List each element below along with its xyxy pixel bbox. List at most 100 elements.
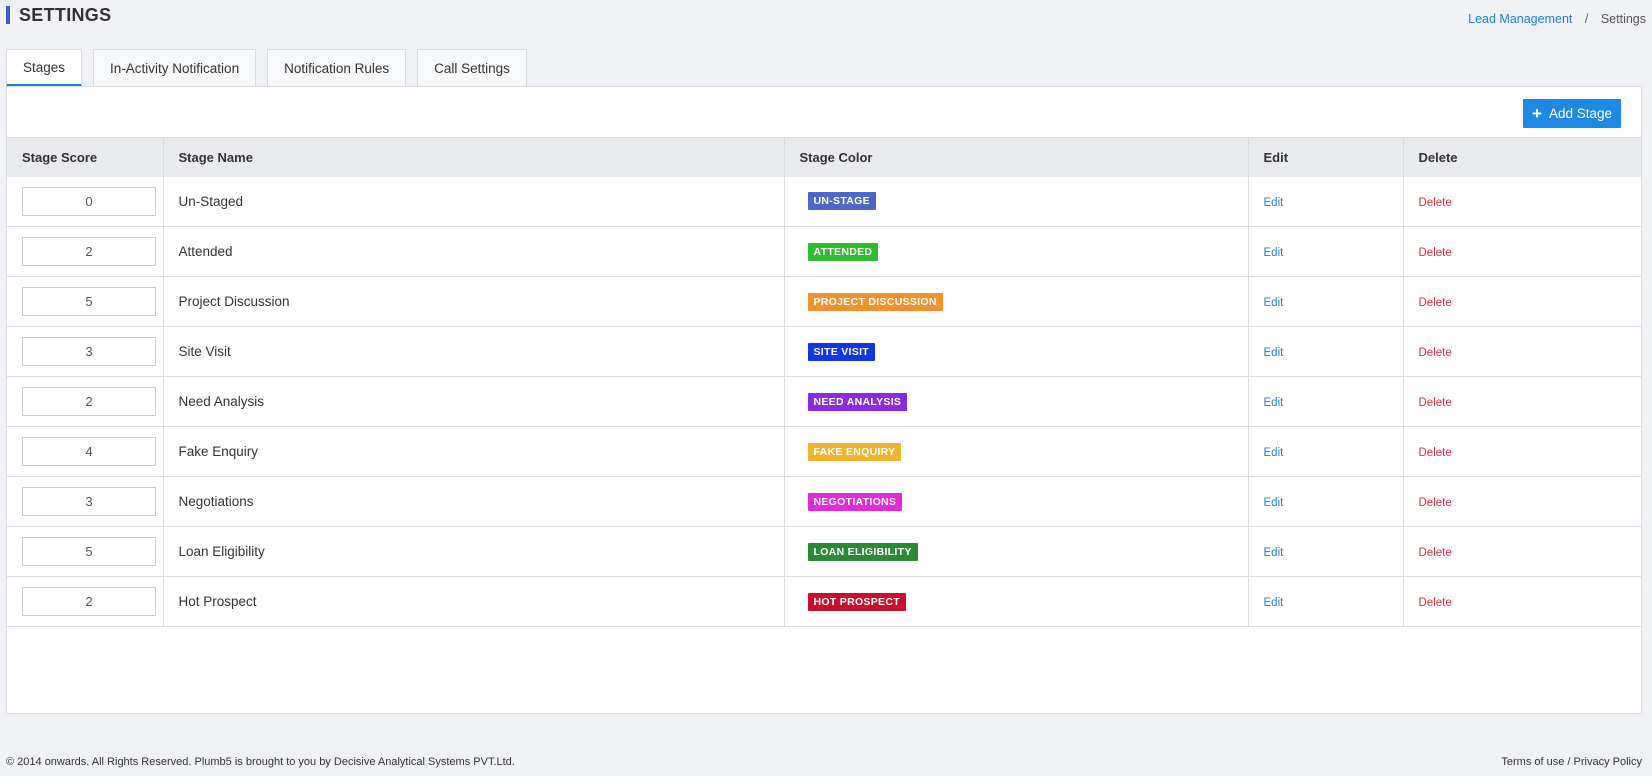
delete-cell: Delete <box>1403 376 1641 427</box>
edit-link[interactable]: Edit <box>1264 397 1284 409</box>
delete-link[interactable]: Delete <box>1419 347 1452 359</box>
table-row: Site Visit SITE VISIT Edit Delete <box>7 326 1641 377</box>
stage-score-cell <box>7 426 164 477</box>
stage-color-badge: FAKE ENQUIRY <box>807 442 902 461</box>
stage-color-cell: FAKE ENQUIRY <box>784 426 1249 477</box>
edit-link[interactable]: Edit <box>1264 447 1284 459</box>
stage-score-input[interactable] <box>22 487 156 516</box>
footer-copyright: © 2014 onwards. All Rights Reserved. Plu… <box>6 756 515 768</box>
table-row: Attended ATTENDED Edit Delete <box>7 226 1641 277</box>
breadcrumb: Lead Management / Settings <box>1468 12 1646 26</box>
tab-call-settings[interactable]: Call Settings <box>417 49 527 87</box>
stage-score-input[interactable] <box>22 587 156 616</box>
stage-score-input[interactable] <box>22 237 156 266</box>
delete-link[interactable]: Delete <box>1419 197 1452 209</box>
table-row: Fake Enquiry FAKE ENQUIRY Edit Delete <box>7 426 1641 477</box>
stage-color-cell: LOAN ELIGIBILITY <box>784 526 1249 577</box>
stage-color-cell: PROJECT DISCUSSION <box>784 276 1249 327</box>
edit-cell: Edit <box>1248 176 1404 227</box>
stage-color-badge: UN-STAGE <box>807 192 876 211</box>
stage-score-input[interactable] <box>22 537 156 566</box>
tab-in-activity-notification[interactable]: In-Activity Notification <box>93 49 257 87</box>
breadcrumb-current: Settings <box>1600 12 1646 26</box>
table-header-row: Stage Score Stage Name Stage Color Edit … <box>7 137 1641 177</box>
table-row: Need Analysis NEED ANALYSIS Edit Delete <box>7 376 1641 427</box>
plus-icon: + <box>1532 104 1542 123</box>
edit-cell: Edit <box>1248 426 1404 477</box>
table-row: Negotiations NEGOTIATIONS Edit Delete <box>7 476 1641 527</box>
stage-name-cell: Negotiations <box>163 476 785 527</box>
delete-cell: Delete <box>1403 326 1641 377</box>
stage-score-input[interactable] <box>22 287 156 316</box>
tab-stages[interactable]: Stages <box>6 49 83 87</box>
delete-link[interactable]: Delete <box>1419 247 1452 259</box>
stage-name-cell: Hot Prospect <box>163 576 785 627</box>
delete-cell: Delete <box>1403 176 1641 227</box>
delete-cell: Delete <box>1403 276 1641 327</box>
column-header-stage-score: Stage Score <box>7 137 164 177</box>
stage-score-input[interactable] <box>22 337 156 366</box>
edit-link[interactable]: Edit <box>1264 547 1284 559</box>
edit-link[interactable]: Edit <box>1264 347 1284 359</box>
delete-cell: Delete <box>1403 476 1641 527</box>
edit-link[interactable]: Edit <box>1264 247 1284 259</box>
stage-color-cell: NEED ANALYSIS <box>784 376 1249 427</box>
stage-score-cell <box>7 526 164 577</box>
table-row: Loan Eligibility LOAN ELIGIBILITY Edit Dele… <box>7 526 1641 577</box>
stage-color-badge: ATTENDED <box>807 242 879 261</box>
stage-color-badge: LOAN ELIGIBILITY <box>807 542 918 561</box>
edit-link[interactable]: Edit <box>1264 197 1284 209</box>
edit-cell: Edit <box>1248 276 1404 327</box>
column-header-stage-color: Stage Color <box>784 137 1249 177</box>
stage-score-input[interactable] <box>22 387 156 416</box>
stage-name-cell: Project Discussion <box>163 276 785 327</box>
settings-tabs: Stages In-Activity Notification Notifica… <box>6 49 538 87</box>
column-header-stage-name: Stage Name <box>163 137 785 177</box>
add-stage-button[interactable]: + Add Stage <box>1523 99 1621 128</box>
stage-color-badge: NEGOTIATIONS <box>807 492 903 511</box>
stage-name-cell: Fake Enquiry <box>163 426 785 477</box>
tab-notification-rules[interactable]: Notification Rules <box>267 49 407 87</box>
delete-link[interactable]: Delete <box>1419 497 1452 509</box>
stage-score-input[interactable] <box>22 186 156 216</box>
breadcrumb-lead-management[interactable]: Lead Management <box>1468 12 1572 26</box>
delete-link[interactable]: Delete <box>1419 397 1452 409</box>
stage-color-cell: SITE VISIT <box>784 326 1249 377</box>
stage-score-input[interactable] <box>22 437 156 466</box>
delete-link[interactable]: Delete <box>1419 297 1452 309</box>
stage-name-cell: Un-Staged <box>163 176 785 227</box>
edit-cell: Edit <box>1248 576 1404 627</box>
edit-cell: Edit <box>1248 376 1404 427</box>
stage-score-cell <box>7 476 164 527</box>
edit-link[interactable]: Edit <box>1264 297 1284 309</box>
delete-cell: Delete <box>1403 576 1641 627</box>
delete-link[interactable]: Delete <box>1419 447 1452 459</box>
edit-link[interactable]: Edit <box>1264 497 1284 509</box>
privacy-policy-link[interactable]: Privacy Policy <box>1574 756 1642 768</box>
edit-cell: Edit <box>1248 526 1404 577</box>
stage-color-badge: HOT PROSPECT <box>807 592 906 611</box>
delete-cell: Delete <box>1403 226 1641 277</box>
stage-name-cell: Loan Eligibility <box>163 526 785 577</box>
stage-color-badge: SITE VISIT <box>807 342 876 361</box>
stages-table-body: Un-Staged UN-STAGE Edit Delete Attended ATTEN… <box>7 176 1641 627</box>
stage-color-cell: UN-STAGE <box>784 176 1249 227</box>
page-header: SETTINGS Lead Management / Settings <box>6 0 1646 30</box>
stage-color-badge: NEED ANALYSIS <box>807 392 908 411</box>
terms-of-use-link[interactable]: Terms of use <box>1501 756 1564 768</box>
stage-score-cell <box>7 576 164 627</box>
stage-color-cell: ATTENDED <box>784 226 1249 277</box>
delete-cell: Delete <box>1403 426 1641 477</box>
stage-score-cell <box>7 276 164 327</box>
stage-score-cell <box>7 326 164 377</box>
footer-link-separator: / <box>1564 756 1574 768</box>
stage-score-cell <box>7 376 164 427</box>
edit-link[interactable]: Edit <box>1264 597 1284 609</box>
delete-link[interactable]: Delete <box>1419 597 1452 609</box>
stage-color-badge: PROJECT DISCUSSION <box>807 292 943 311</box>
delete-link[interactable]: Delete <box>1419 547 1452 559</box>
edit-cell: Edit <box>1248 326 1404 377</box>
stage-name-cell: Site Visit <box>163 326 785 377</box>
add-stage-label: Add Stage <box>1548 106 1612 121</box>
breadcrumb-separator: / <box>1584 12 1589 26</box>
